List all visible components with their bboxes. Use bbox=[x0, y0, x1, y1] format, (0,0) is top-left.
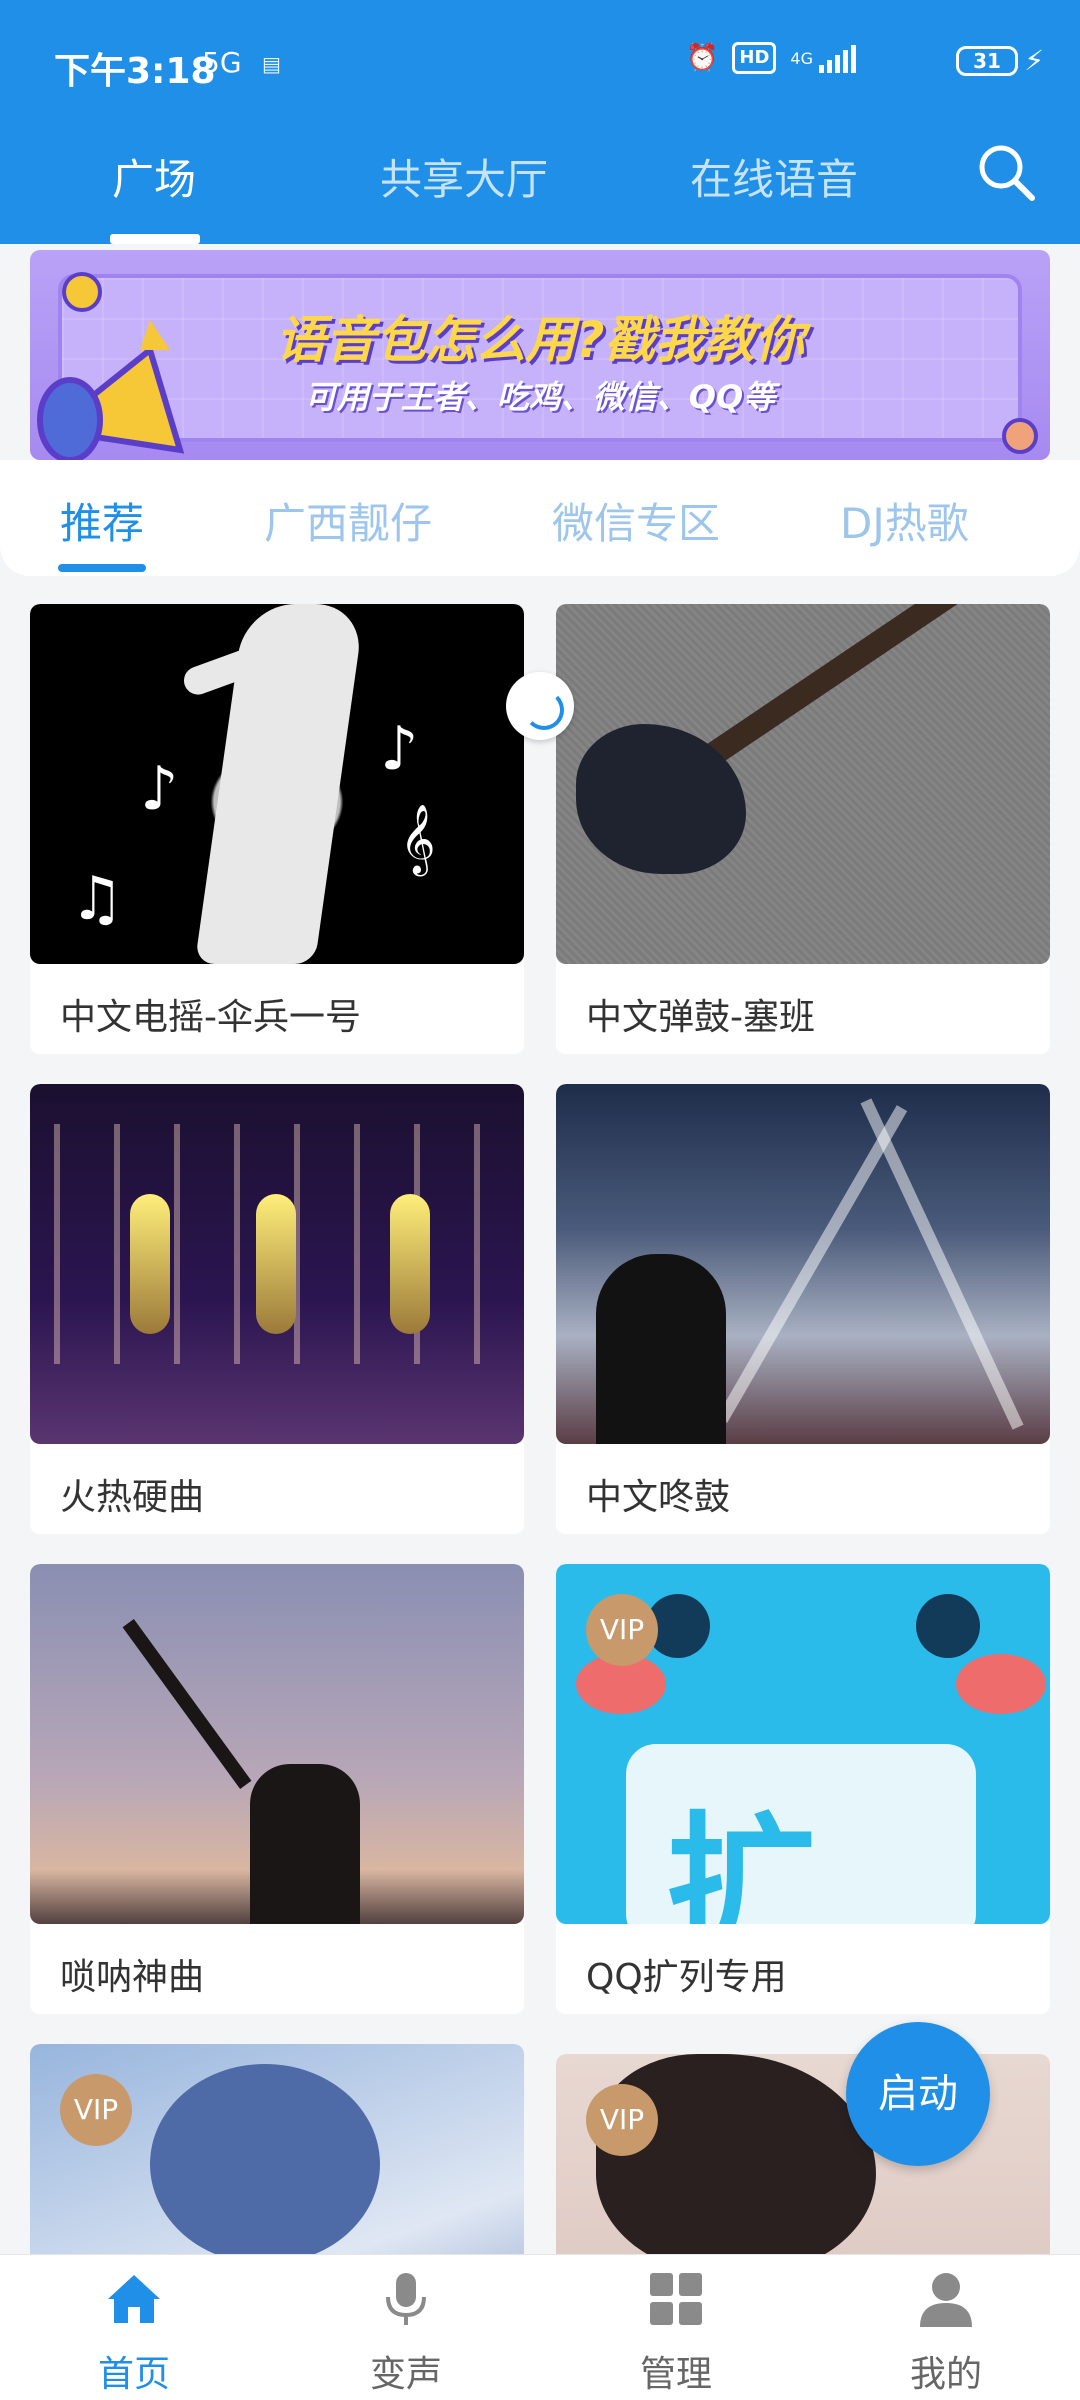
banner-title: 语音包怎么用?戳我教你 bbox=[275, 311, 805, 369]
bottom-nav: 首页 变声 管理 我的 bbox=[0, 2254, 1080, 2400]
card-title: QQ扩列专用 bbox=[586, 1957, 787, 1998]
voice-pack-card[interactable]: 中文弹鼓-塞班 bbox=[556, 604, 1050, 1054]
home-icon bbox=[108, 2275, 160, 2323]
tab-online-voice[interactable]: 在线语音 bbox=[690, 146, 858, 207]
top-tabs: 广场 共享大厅 在线语音 bbox=[0, 120, 1080, 244]
voice-pack-card[interactable]: ♪ ♪ 𝄞 ♫ 中文电摇-伞兵一号 bbox=[30, 604, 524, 1054]
card-image: ♪ ♪ 𝄞 ♫ bbox=[30, 604, 524, 964]
network-type: 5G bbox=[202, 46, 242, 79]
music-note-icon: ♪ bbox=[380, 714, 419, 784]
person-icon bbox=[920, 2273, 972, 2327]
microphone-icon bbox=[386, 2273, 426, 2325]
status-time: 下午3:18 bbox=[54, 51, 216, 92]
voice-pack-card[interactable]: 中文咚鼓 bbox=[556, 1084, 1050, 1534]
banner-decoration-dot bbox=[1002, 418, 1038, 454]
nav-manage[interactable]: 管理 bbox=[596, 2269, 756, 2397]
search-icon[interactable] bbox=[974, 140, 1038, 204]
card-image bbox=[556, 1084, 1050, 1444]
charging-icon: ⚡ bbox=[1024, 44, 1044, 77]
nav-voice-change[interactable]: 变声 bbox=[326, 2269, 486, 2397]
music-note-icon: ♪ bbox=[140, 754, 179, 824]
card-title: 火热硬曲 bbox=[60, 1477, 205, 1518]
net2-label: 4G bbox=[790, 48, 813, 68]
hd-icon: HD bbox=[732, 42, 777, 74]
loading-spinner-icon bbox=[506, 672, 574, 740]
tab-shared-hall[interactable]: 共享大厅 bbox=[380, 146, 548, 207]
card-image: 扩 VIP bbox=[556, 1564, 1050, 1924]
signal-icon bbox=[819, 43, 856, 73]
app-header: 下午3:18 5G ▤ ⏰ HD 4G 31 ⚡ 广场 共享大厅 在线语音 bbox=[0, 0, 1080, 244]
subtab-guangxi[interactable]: 广西靓仔 bbox=[264, 490, 432, 551]
voice-pack-card[interactable]: 扩 VIP QQ扩列专用 bbox=[556, 1564, 1050, 2014]
vip-badge: VIP bbox=[60, 2074, 132, 2146]
category-tabs: 推荐 广西靓仔 微信专区 DJ热歌 bbox=[0, 460, 1080, 576]
card-title: 中文电摇-伞兵一号 bbox=[60, 997, 361, 1038]
start-button[interactable]: 启动 bbox=[846, 2022, 990, 2166]
voice-pack-card[interactable]: 唢呐神曲 bbox=[30, 1564, 524, 2014]
subtab-dj[interactable]: DJ热歌 bbox=[840, 490, 969, 551]
card-image bbox=[556, 604, 1050, 964]
nav-label: 管理 bbox=[639, 2354, 712, 2395]
card-image-glyph: 扩 bbox=[666, 1799, 817, 1924]
alarm-icon: ⏰ bbox=[686, 43, 719, 73]
nav-label: 首页 bbox=[97, 2354, 170, 2395]
subtab-recommend[interactable]: 推荐 bbox=[60, 490, 144, 551]
vip-badge: VIP bbox=[586, 2084, 658, 2156]
banner-subtitle: 可用于王者、吃鸡、微信、QQ等 bbox=[304, 378, 776, 416]
grid-icon bbox=[650, 2273, 702, 2325]
subtab-indicator bbox=[58, 564, 146, 572]
music-note-icon: ♫ bbox=[70, 864, 124, 934]
notification-icon: ▤ bbox=[262, 52, 281, 76]
vip-badge: VIP bbox=[586, 1594, 658, 1666]
nav-mine[interactable]: 我的 bbox=[866, 2269, 1026, 2397]
card-image bbox=[30, 1564, 524, 1924]
card-title: 中文弹鼓-塞班 bbox=[586, 997, 815, 1038]
music-note-icon: 𝄞 bbox=[400, 804, 436, 874]
nav-home[interactable]: 首页 bbox=[54, 2269, 214, 2397]
card-title: 唢呐神曲 bbox=[60, 1957, 205, 1998]
promo-banner[interactable]: 语音包怎么用?戳我教你 可用于王者、吃鸡、微信、QQ等 bbox=[30, 250, 1050, 460]
nav-label: 我的 bbox=[909, 2354, 982, 2395]
tab-indicator bbox=[110, 234, 200, 244]
card-image bbox=[30, 1084, 524, 1444]
tab-square[interactable]: 广场 bbox=[112, 146, 196, 207]
voice-pack-card[interactable]: 火热硬曲 bbox=[30, 1084, 524, 1534]
status-bar: 下午3:18 5G ▤ ⏰ HD 4G 31 ⚡ bbox=[0, 0, 1080, 120]
battery-icon: 31 bbox=[956, 46, 1018, 76]
status-icons: ⏰ HD 4G bbox=[686, 42, 856, 74]
card-title: 中文咚鼓 bbox=[586, 1477, 731, 1518]
subtab-wechat[interactable]: 微信专区 bbox=[552, 490, 720, 551]
nav-label: 变声 bbox=[369, 2354, 442, 2395]
